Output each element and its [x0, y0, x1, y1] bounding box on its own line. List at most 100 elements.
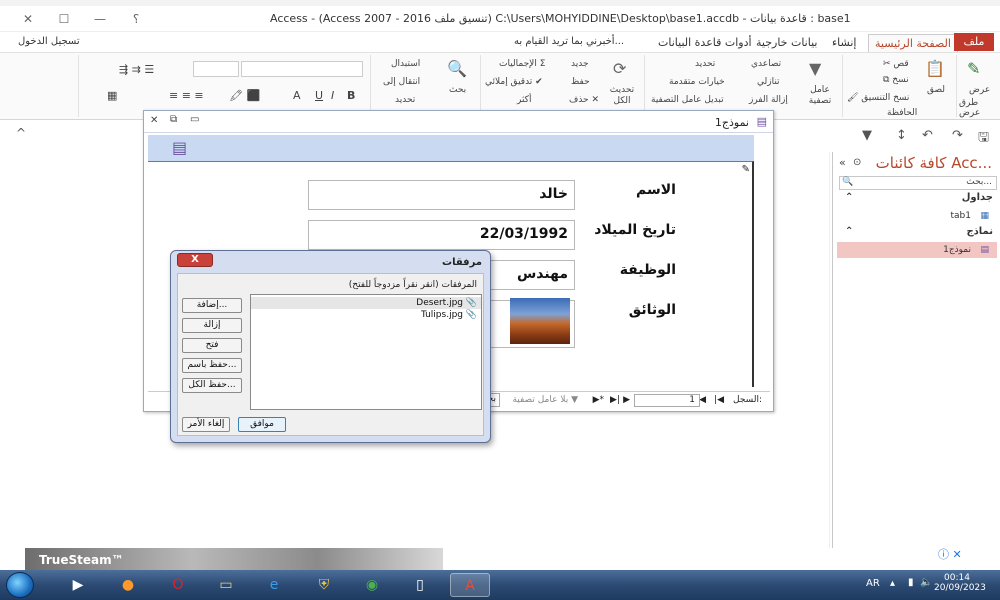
bold-icon[interactable]: B	[347, 89, 355, 102]
sign-in-link[interactable]: تسجيل الدخول	[18, 36, 80, 47]
new-record-button[interactable]: جديد	[571, 59, 589, 69]
totals-button[interactable]: الإجماليات Σ	[499, 59, 545, 69]
more-button[interactable]: أكثر	[517, 95, 531, 105]
media-player-icon[interactable]: ▶	[58, 573, 98, 597]
sort-icon[interactable]: ↕	[896, 128, 907, 143]
tray-clock[interactable]: 00:14 20/09/2023	[934, 573, 986, 593]
attachments-list[interactable]: Desert.jpg 📎 Tulips.jpg 📎	[250, 294, 482, 410]
ad-banner[interactable]: TrueSteam™	[25, 548, 443, 570]
save-icon[interactable]: 🖫	[978, 128, 989, 150]
save-as-button[interactable]: حفظ باسم...	[182, 358, 242, 373]
tray-language[interactable]: AR	[866, 578, 880, 589]
field-name[interactable]: خالد	[308, 180, 575, 210]
access-taskbar-icon[interactable]: A	[450, 573, 490, 597]
filter-button[interactable]: عامل تصفية	[805, 85, 835, 107]
tab-create[interactable]: إنشاء	[826, 34, 862, 52]
tab-file[interactable]: ملف	[954, 33, 994, 51]
refresh-all-button[interactable]: تحديث الكل	[607, 85, 637, 107]
spelling-button[interactable]: تدقيق إملائي ✔	[485, 77, 543, 87]
save-record-button[interactable]: حفظ	[571, 77, 590, 87]
list-item[interactable]: Tulips.jpg 📎	[251, 309, 481, 321]
cancel-button[interactable]: إلغاء الأمر	[182, 417, 230, 432]
selection-button[interactable]: تحديد	[695, 59, 715, 69]
toggle-filter-button[interactable]: تبديل عامل التصفية	[651, 95, 724, 105]
filter-status[interactable]: بلا عامل تصفية ▼	[512, 395, 578, 405]
vpn-shield-icon[interactable]: ⛨	[304, 573, 344, 597]
underline-icon[interactable]: U	[315, 89, 323, 102]
first-record-icon[interactable]: |◀	[714, 395, 724, 405]
align-icon[interactable]: ≡ ≡ ≡	[169, 89, 204, 102]
file-explorer-icon[interactable]: ▭	[206, 573, 246, 597]
gridlines-icon[interactable]: ▦	[107, 89, 117, 102]
new-record-icon[interactable]: ▶*	[593, 395, 604, 405]
tab-external-data[interactable]: بيانات خارجية	[750, 34, 823, 52]
close-window-button[interactable]: ✕	[18, 10, 38, 28]
dialog-close-button[interactable]: X	[177, 253, 213, 267]
highlight-icon[interactable]: 🖍 ⬛	[229, 89, 260, 102]
redo-icon[interactable]: ↷	[952, 128, 963, 143]
nav-item-form1[interactable]: نموذج1 ▤	[837, 242, 997, 258]
collapse-ribbon-icon[interactable]: ^	[16, 126, 26, 140]
next-record-icon[interactable]: ▶	[623, 395, 630, 405]
indent-icon[interactable]: ⇶ ⇉ ☰	[119, 63, 154, 76]
view-button[interactable]: عرض	[969, 85, 990, 95]
attachment-thumbnail[interactable]	[510, 298, 570, 344]
font-name-combo[interactable]	[241, 61, 363, 77]
volume-icon[interactable]: 🔈	[920, 577, 932, 588]
advanced-button[interactable]: خيارات متقدمة	[669, 77, 725, 87]
nav-item-tab1[interactable]: tab1 ▦	[837, 208, 997, 224]
document-icon[interactable]: ▯	[400, 573, 440, 597]
replace-button[interactable]: استبدال	[391, 59, 420, 69]
form-window-titlebar[interactable]: ✕ ⧉ ▭ نموذج1 ▤	[144, 111, 773, 133]
filter-small-icon[interactable]: ▼	[862, 128, 872, 143]
internet-explorer-icon[interactable]: e	[254, 573, 294, 597]
tell-me-box[interactable]: أخبرني بما تريد القيام به...	[514, 36, 624, 47]
remove-sort-button[interactable]: إزالة الفرز	[749, 95, 788, 105]
font-size-combo[interactable]	[193, 61, 239, 77]
form-close-icon[interactable]: ✕	[150, 115, 158, 126]
italic-icon[interactable]: I	[331, 89, 334, 102]
form-minimize-icon[interactable]: ▭	[190, 114, 199, 125]
tray-arrow-icon[interactable]: ▴	[890, 578, 895, 589]
minimize-window-button[interactable]: —	[90, 10, 110, 28]
nav-dropdown-icon[interactable]: ⊙	[853, 157, 861, 168]
opera-icon[interactable]: O	[158, 573, 198, 597]
cut-button[interactable]: ✂ قص	[883, 59, 909, 69]
nav-section-forms[interactable]: نماذج ⌃	[837, 226, 997, 242]
record-number-input[interactable]: 1	[634, 394, 700, 407]
ok-button[interactable]: موافق	[238, 417, 286, 432]
chrome-icon[interactable]: ◉	[352, 573, 392, 597]
field-birthdate[interactable]: 22/03/1992	[308, 220, 575, 250]
delete-record-button[interactable]: حذف ✕	[569, 95, 599, 105]
firefox-icon[interactable]: ●	[108, 573, 148, 597]
copy-button[interactable]: ⧉ نسخ	[883, 75, 909, 85]
font-color-icon[interactable]: A	[293, 89, 301, 102]
open-attachment-button[interactable]: فتح	[182, 338, 242, 353]
form-restore-icon[interactable]: ⧉	[170, 114, 177, 125]
add-attachment-button[interactable]: إضافة...	[182, 298, 242, 313]
ascending-button[interactable]: تصاعدي	[751, 59, 781, 69]
select-button[interactable]: تحديد	[395, 95, 415, 105]
goto-button[interactable]: انتقال إلى	[383, 77, 420, 87]
last-record-icon[interactable]: ▶|	[610, 395, 620, 405]
remove-attachment-button[interactable]: إزالة	[182, 318, 242, 333]
prev-record-icon[interactable]: ◀	[699, 395, 706, 405]
nav-section-tables[interactable]: جداول ⌃	[837, 192, 997, 208]
label-name: الاسم	[636, 182, 676, 198]
tab-database-tools[interactable]: أدوات قاعدة البيانات	[652, 34, 758, 52]
format-painter-button[interactable]: 🖌 نسخ التنسيق	[847, 93, 909, 103]
paste-button[interactable]: لصق	[927, 85, 945, 95]
save-all-button[interactable]: حفظ الكل...	[182, 378, 242, 393]
tab-home[interactable]: الصفحة الرئيسية	[868, 34, 958, 52]
nav-search-input[interactable]: بحث... 🔍	[839, 176, 997, 190]
start-button[interactable]	[6, 572, 34, 598]
nav-collapse-icon[interactable]: «	[839, 156, 846, 169]
list-item[interactable]: Desert.jpg 📎	[251, 297, 481, 309]
find-button[interactable]: بحث	[449, 85, 466, 95]
restore-window-button[interactable]: ☐	[54, 10, 74, 28]
ad-close-icon[interactable]: ⓘ ✕	[938, 546, 962, 562]
undo-icon[interactable]: ↶	[922, 128, 933, 143]
descending-button[interactable]: تنازلي	[757, 77, 780, 87]
network-icon[interactable]: ▮	[908, 577, 914, 588]
help-button[interactable]: ؟	[126, 10, 146, 28]
